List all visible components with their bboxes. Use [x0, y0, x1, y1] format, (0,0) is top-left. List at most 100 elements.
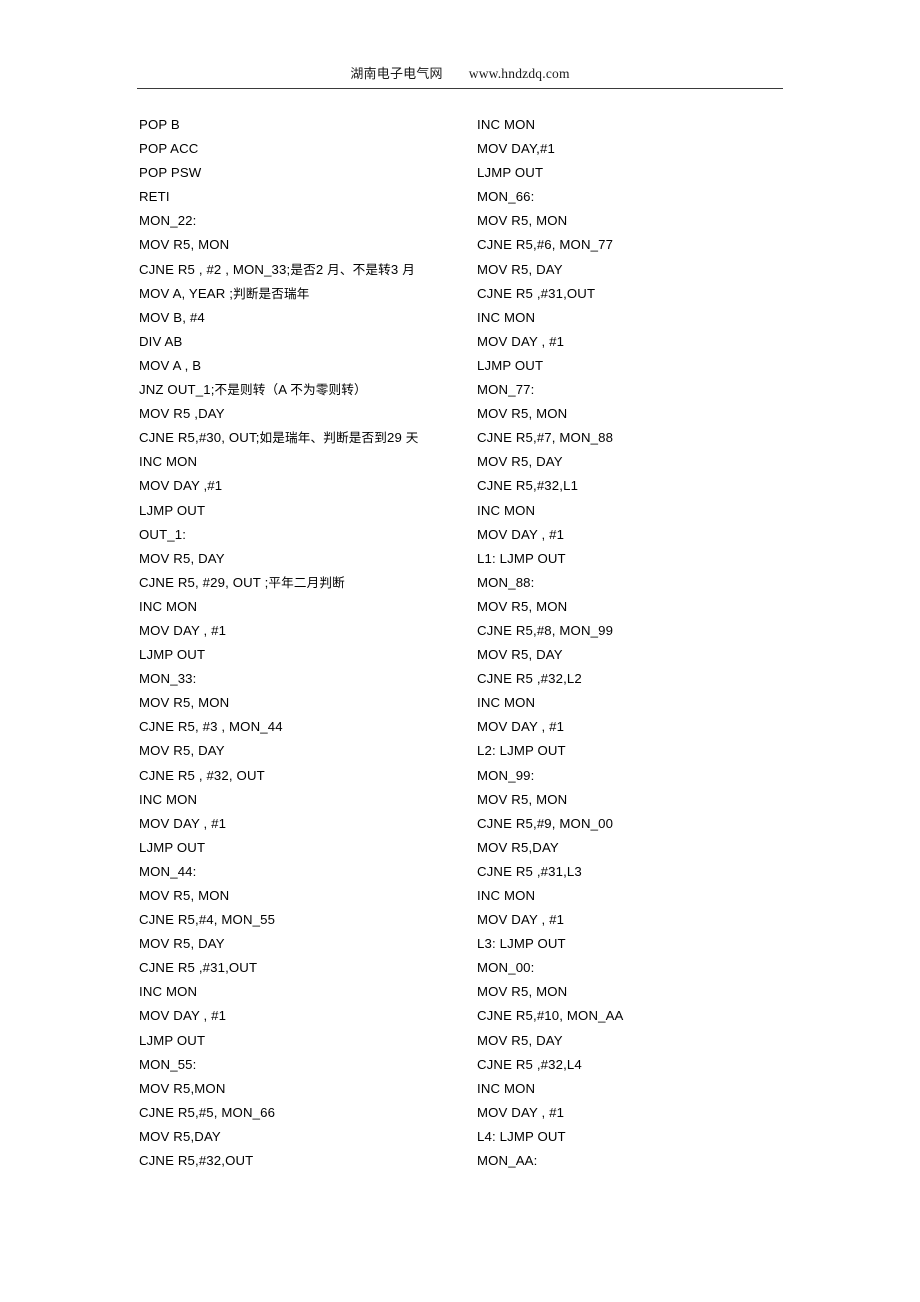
code-line: LJMP OUT — [477, 357, 544, 373]
code-line: CJNE R5,#8, MON_99 — [477, 622, 614, 638]
code-line: INC MON — [477, 888, 536, 903]
code-line: CJNE R5,#32,L1 — [477, 478, 579, 494]
code-comment-cjk: 天 — [405, 430, 419, 446]
code-line: INC MON — [477, 1080, 536, 1096]
code-line: MOV R5,DAY — [139, 1128, 221, 1144]
code-line: CJNE R5,#30, OUT;如是瑞年、判断是否到29 天 — [139, 430, 419, 446]
code-line: MOV R5, DAY — [477, 1032, 563, 1048]
code-column-left: POP B POP ACC POP PSW RETI MON_22: MOV R5, MO… — [139, 113, 469, 1173]
code-line: CJNE R5 ,#32,L4 — [477, 1056, 582, 1072]
code-line: CJNE R5,#6, MON_77 — [477, 237, 614, 253]
code-line: LJMP OUT — [477, 165, 544, 181]
code-line: CJNE R5 , #32, OUT — [139, 767, 265, 783]
code-line: LJMP OUT — [139, 1032, 206, 1048]
code-line: MOV DAY,#1 — [477, 141, 555, 157]
code-line: CJNE R5 ,#31,L3 — [477, 863, 582, 879]
code-line: MOV R5, DAY — [477, 454, 563, 470]
code-line: DIV AB — [139, 333, 183, 349]
code-line: MON_22: — [139, 213, 197, 229]
code-line: INC MON — [139, 791, 198, 807]
code-line: MOV R5, DAY — [139, 743, 225, 759]
code-line: MON_66: — [477, 189, 535, 205]
code-line: MOV R5,MON — [139, 1080, 226, 1096]
code-line: INC MON — [139, 984, 198, 1000]
code-line: INC MON — [477, 695, 536, 711]
code-line: CJNE R5,#7, MON_88 — [477, 430, 614, 446]
header-url: www.hndzdq.com — [468, 66, 570, 81]
code-line: CJNE R5 ,#31,OUT — [139, 960, 258, 976]
code-line: CJNE R5,#9, MON_00 — [477, 815, 614, 831]
code-line: CJNE R5 ,#31,OUT — [477, 285, 596, 301]
code-line: CJNE R5,#32,OUT — [139, 1153, 254, 1169]
code-line: INC MON — [139, 598, 198, 614]
code-line: MOV R5, MON — [477, 598, 568, 614]
page-header: 湖南电子电气网 www.hndzdq.com — [137, 64, 783, 88]
code-comment-cjk: 是否 — [290, 261, 316, 277]
code-line: MOV DAY , #1 — [139, 622, 227, 638]
code-line: POP B — [139, 117, 180, 132]
document-page: 湖南电子电气网 www.hndzdq.com POP B POP ACC POP PS… — [0, 0, 920, 1302]
code-line: MON_88: — [477, 574, 535, 590]
code-line: L1: LJMP OUT — [477, 550, 566, 566]
code-line: MOV DAY , #1 — [477, 719, 565, 735]
code-line: L4: LJMP OUT — [477, 1128, 566, 1144]
code-line: CJNE R5,#5, MON_66 — [139, 1104, 276, 1120]
code-line: MON_00: — [477, 960, 535, 976]
code-line: POP PSW — [139, 165, 202, 181]
code-line: CJNE R5, #29, OUT ;平年二月判断 — [139, 574, 345, 590]
code-line: MON_55: — [139, 1056, 197, 1072]
code-line: CJNE R5,#4, MON_55 — [139, 912, 276, 928]
code-comment-cjk: 月、不是转 — [327, 261, 391, 277]
code-line: MOV R5, MON — [139, 695, 230, 711]
code-line: LJMP OUT — [139, 647, 206, 663]
code-line: MON_99: — [477, 767, 535, 783]
code-line: MOV DAY , #1 — [477, 526, 565, 542]
code-line: CJNE R5 ,#32,L2 — [477, 671, 582, 687]
code-line: MOV R5, MON — [139, 888, 230, 903]
code-line: MOV DAY , #1 — [477, 333, 565, 349]
code-line: MOV DAY ,#1 — [139, 478, 223, 494]
code-comment-cjk: 不为零则转） — [290, 382, 367, 398]
code-line: L3: LJMP OUT — [477, 936, 566, 952]
code-line: MOV R5, MON — [139, 237, 230, 253]
code-line: CJNE R5, #3 , MON_44 — [139, 719, 283, 735]
code-line: MON_44: — [139, 863, 197, 879]
code-comment-cjk: 平年二月判断 — [268, 574, 345, 590]
code-column-right: INC MON MOV DAY,#1 LJMP OUT MON_66: MOV R5, … — [477, 113, 807, 1173]
code-comment-cjk: 判断是否瑞年 — [233, 285, 310, 301]
code-line: MOV R5,DAY — [477, 839, 559, 855]
code-line: MOV A , B — [139, 357, 202, 373]
code-line: CJNE R5,#10, MON_AA — [477, 1008, 624, 1024]
code-line: MOV R5, MON — [477, 791, 568, 807]
code-line: MOV R5, MON — [477, 213, 568, 229]
header-site-name: 湖南电子电气网 — [350, 67, 443, 82]
header-divider — [137, 88, 783, 89]
code-line: CJNE R5 , #2 , MON_33;是否2 月、不是转3 月 — [139, 261, 415, 277]
code-line: MOV DAY , #1 — [139, 815, 227, 831]
code-line: INC MON — [477, 502, 536, 518]
code-line: INC MON — [139, 454, 198, 470]
code-comment-cjk: 如是瑞年、判断是否到 — [259, 430, 387, 446]
code-line: LJMP OUT — [139, 502, 206, 518]
code-line: MON_77: — [477, 382, 535, 398]
code-line: INC MON — [477, 117, 536, 132]
code-line: MOV DAY , #1 — [477, 1104, 565, 1120]
code-line: MOV R5, MON — [477, 984, 568, 1000]
header-text: 湖南电子电气网 www.hndzdq.com — [350, 64, 569, 85]
code-comment-cjk: 不是则转（ — [214, 382, 279, 398]
code-line: L2: LJMP OUT — [477, 743, 566, 759]
code-line: MOV R5 ,DAY — [139, 406, 225, 422]
code-line: MOV R5, DAY — [139, 936, 225, 952]
code-line: MOV DAY , #1 — [477, 912, 565, 928]
code-line: MOV B, #4 — [139, 309, 205, 325]
code-line: MOV R5, DAY — [477, 261, 563, 277]
code-line: LJMP OUT — [139, 839, 206, 855]
code-line: MON_33: — [139, 671, 197, 687]
code-line: MOV DAY , #1 — [139, 1008, 227, 1024]
code-line: MOV R5, DAY — [477, 647, 563, 663]
code-comment-cjk: 月 — [402, 261, 415, 277]
code-line: MON_AA: — [477, 1153, 538, 1169]
code-line: MOV R5, MON — [477, 406, 568, 422]
code-line: POP ACC — [139, 141, 199, 157]
code-line: RETI — [139, 189, 170, 205]
